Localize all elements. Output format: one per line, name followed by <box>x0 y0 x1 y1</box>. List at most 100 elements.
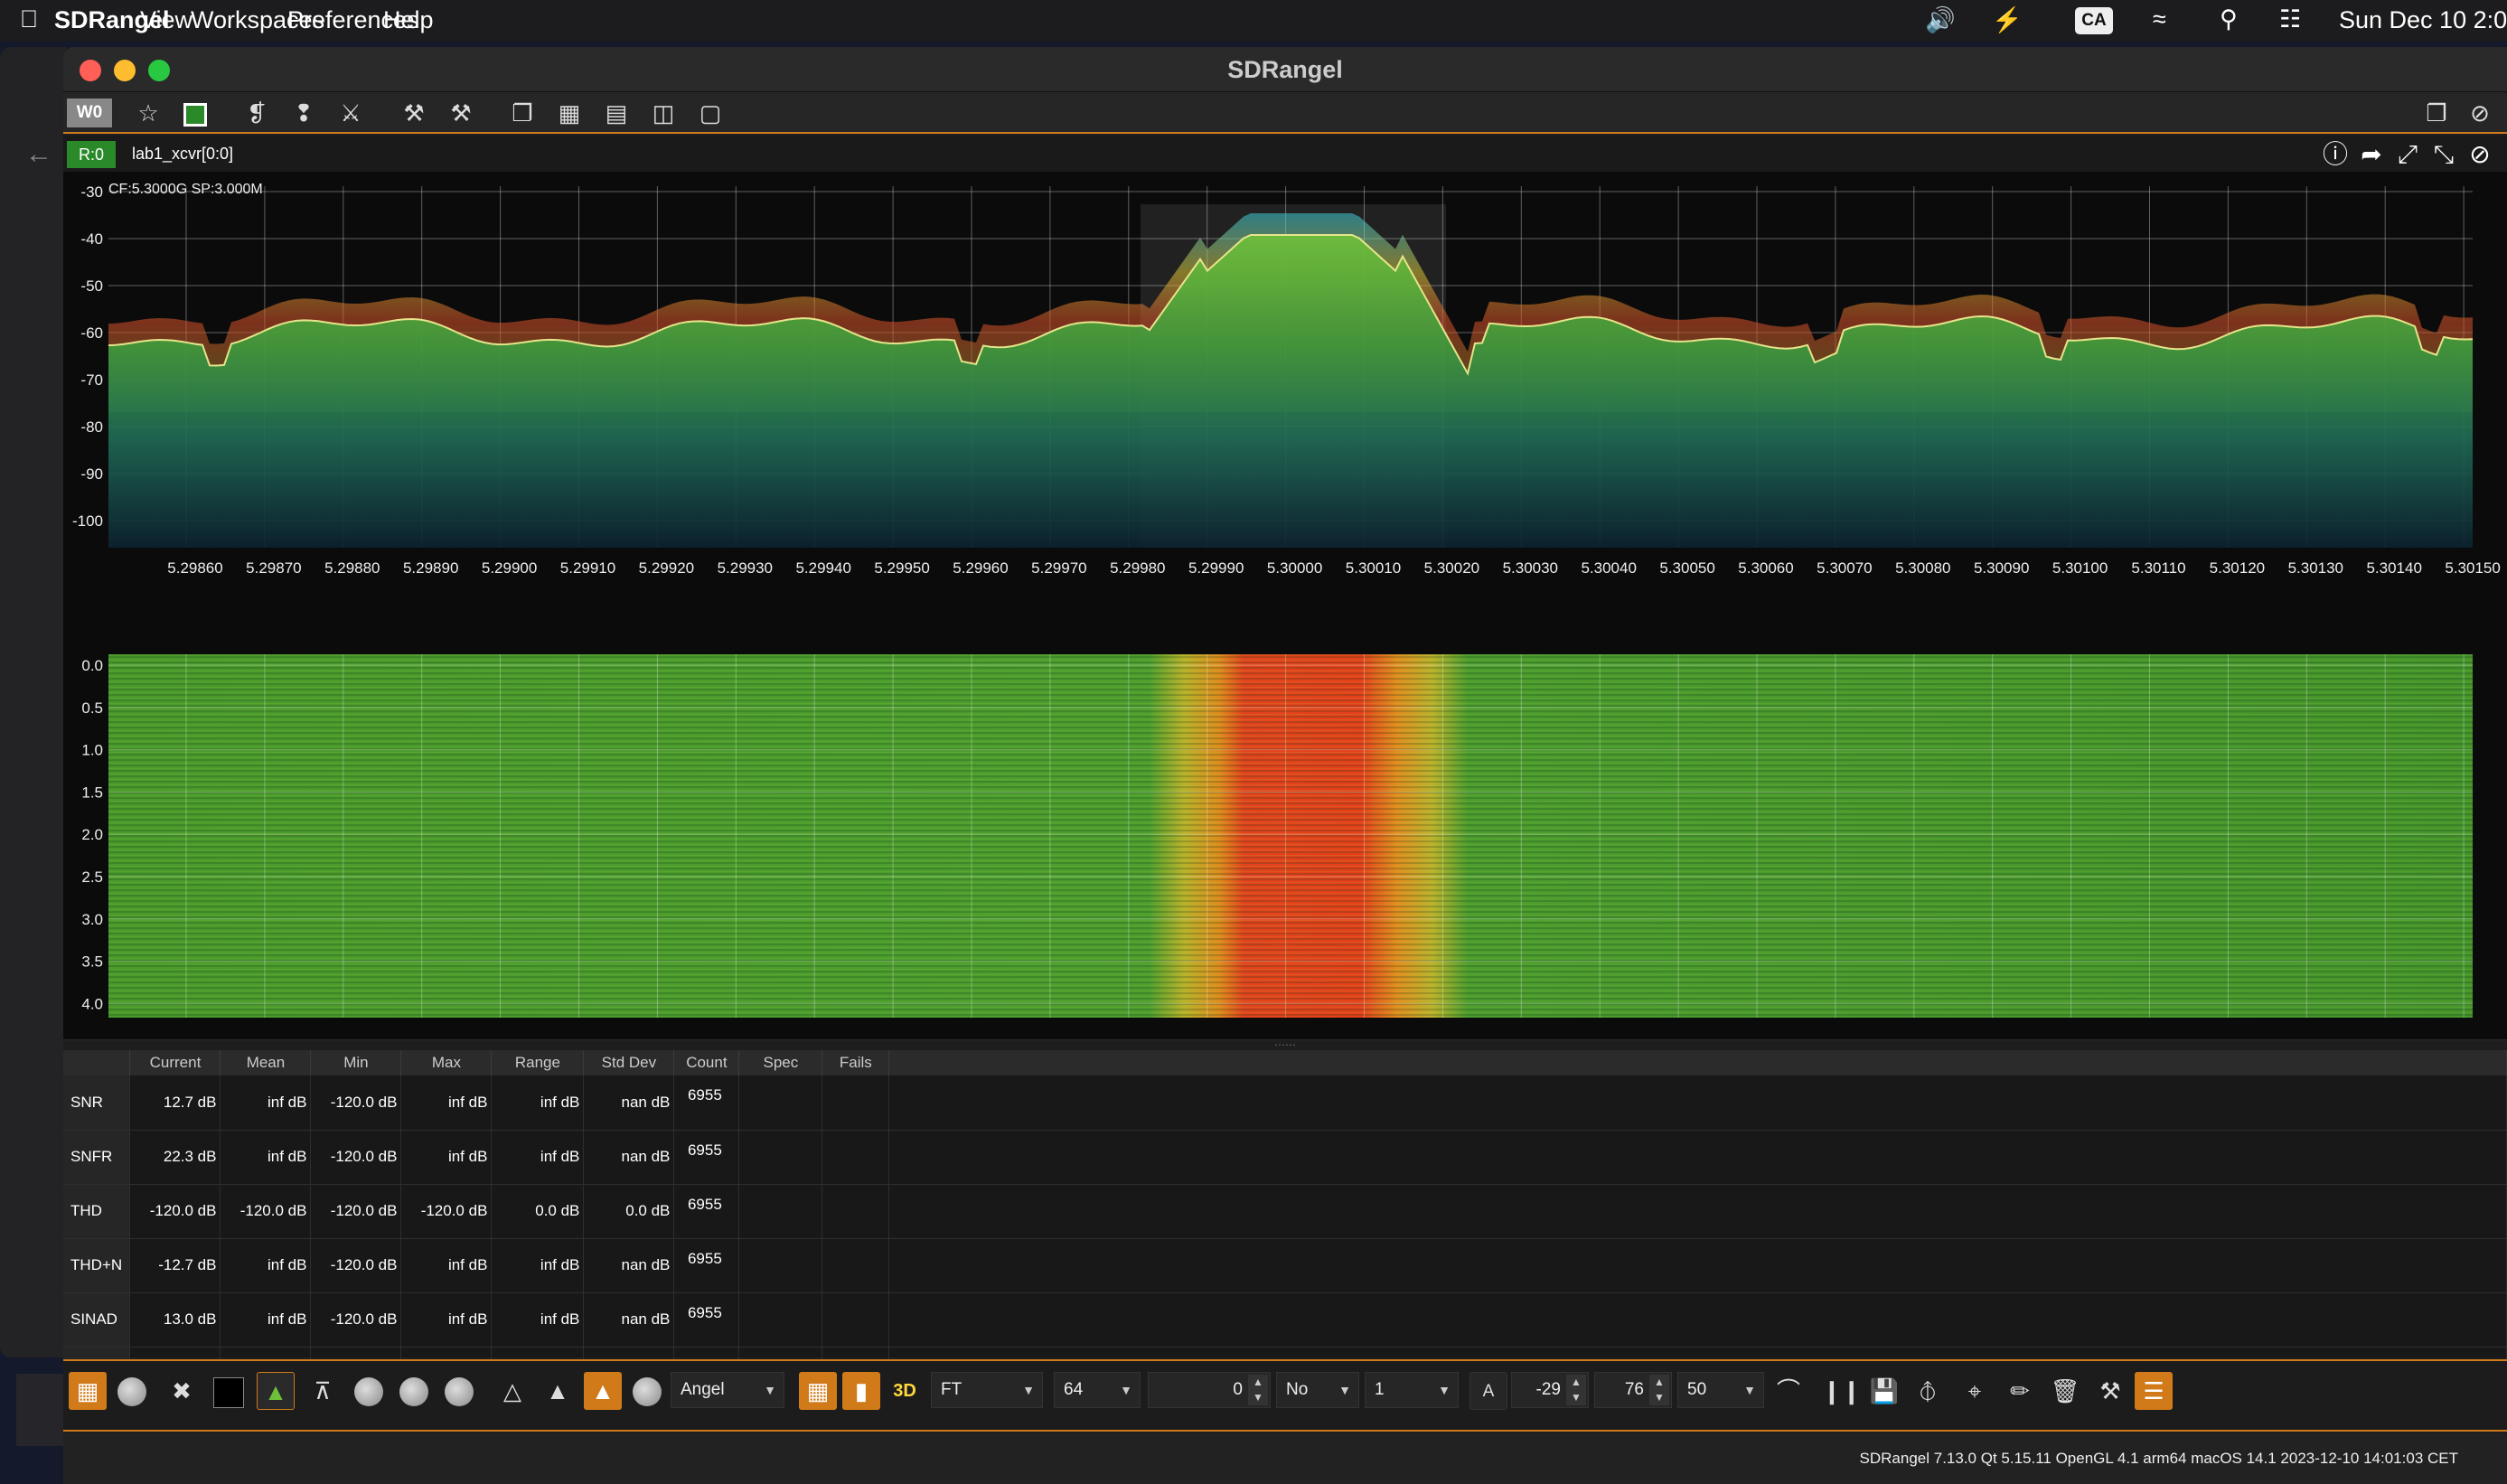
stack-windows-icon[interactable]: ▤ <box>600 98 633 128</box>
max-hold-decay-dial[interactable] <box>399 1377 428 1406</box>
measurements-splitter[interactable]: ⋯⋯ <box>63 1038 2507 1051</box>
markers-settings-icon[interactable]: ⚒ <box>2091 1372 2129 1410</box>
spectrum-y-tick-label: -100 <box>72 512 103 530</box>
splitter-grip[interactable]: ⋯⋯ <box>1274 1038 1296 1051</box>
trace-intensity-dial[interactable] <box>354 1377 383 1406</box>
color-palette-select[interactable]: Angel ▼ <box>671 1372 784 1408</box>
add-mimo-device-icon[interactable]: ⚔ <box>334 98 367 128</box>
cell-range: inf dB <box>491 1292 585 1348</box>
column-header-std-dev[interactable]: Std Dev <box>583 1050 675 1075</box>
fft-size-select[interactable]: 64 ▼ <box>1054 1372 1141 1408</box>
workspace-index-button[interactable]: W0 <box>67 99 112 127</box>
measurement-row[interactable]: THD+N -12.7 dB inf dB -120.0 dB inf dB inf dB… <box>63 1238 2507 1293</box>
histogram-intensity-dial[interactable] <box>633 1377 662 1406</box>
show-current-trace-icon[interactable]: △ <box>493 1372 531 1410</box>
measurement-row[interactable]: SINAD 13.0 dB inf dB -120.0 dB inf dB inf dB n… <box>63 1292 2507 1348</box>
row-header[interactable]: SNFR <box>63 1130 131 1185</box>
measurement-row[interactable]: SNFR 22.3 dB inf dB -120.0 dB inf dB inf dB na… <box>63 1130 2507 1185</box>
wifi-icon[interactable]: ≈ <box>2153 5 2166 33</box>
undock-workspace-icon[interactable]: ❐ <box>2420 98 2453 128</box>
column-header-fails[interactable]: Fails <box>822 1050 890 1075</box>
waterfall-gradient-icon[interactable]: ▮ <box>842 1372 880 1410</box>
more-settings-icon[interactable]: ☰ <box>2135 1372 2173 1410</box>
fft-window-select[interactable]: FT ▼ <box>931 1372 1043 1408</box>
3d-spectrogram-icon[interactable]: 3D <box>886 1372 924 1410</box>
freeze-icon[interactable]: ❙❙ <box>1822 1372 1862 1410</box>
clear-spectrum-icon[interactable]: ✖ <box>163 1372 201 1410</box>
volume-icon[interactable]: 🔊 <box>1925 5 1956 34</box>
spectrum-color-button[interactable] <box>210 1372 248 1410</box>
spectrum-x-tick-label: 5.29960 <box>953 559 1008 577</box>
spotlight-search-icon[interactable]: ⚲ <box>2220 5 2238 33</box>
grid-toggle-icon[interactable]: ▦ <box>69 1372 107 1410</box>
range-spinner[interactable]: 76 ▲ ▼ <box>1594 1372 1672 1408</box>
help-icon[interactable]: ⓘ <box>2319 139 2352 170</box>
maximize-window-icon[interactable]: ⤡ <box>2427 139 2460 170</box>
grid-intensity-dial[interactable] <box>117 1377 146 1406</box>
hide-workspace-icon[interactable]: ⊘ <box>2464 98 2496 128</box>
column-header-filler <box>888 1050 2507 1075</box>
measurement-row[interactable]: SNR 12.7 dB inf dB -120.0 dB inf dB inf dB nan… <box>63 1075 2507 1131</box>
reference-level-spinner[interactable]: -29 ▲ ▼ <box>1511 1372 1589 1408</box>
column-header-min[interactable]: Min <box>310 1050 402 1075</box>
fill-spectrum-icon[interactable]: ▲ <box>257 1372 295 1410</box>
auto-scale-button[interactable]: A <box>1469 1372 1507 1410</box>
auto-stack-icon[interactable]: ◫ <box>647 98 680 128</box>
calibration-icon[interactable]: ⌖ <box>1956 1372 1994 1410</box>
menu-view[interactable]: View <box>140 6 192 34</box>
favorites-star-icon[interactable]: ☆ <box>132 98 164 128</box>
row-header[interactable]: THD+N <box>63 1238 131 1293</box>
input-source-badge[interactable]: CA <box>2075 7 2113 34</box>
column-header-current[interactable]: Current <box>129 1050 221 1075</box>
battery-icon[interactable]: ⚡ <box>1992 5 2023 34</box>
averaging-count-select[interactable]: 1 ▼ <box>1365 1372 1459 1408</box>
device-index-badge[interactable]: R:0 <box>67 141 116 168</box>
fft-overlap-spinner[interactable]: 0 ▲ ▼ <box>1148 1372 1271 1408</box>
measurements-header-row: Current Mean Min Max Range Std Dev Count… <box>63 1050 2507 1075</box>
row-header[interactable]: SINAD <box>63 1292 131 1348</box>
spectrum-y-tick-label: -30 <box>80 183 103 201</box>
cascade-windows-icon[interactable]: ❐ <box>506 98 539 128</box>
menubar-clock[interactable]: Sun Dec 10 2:0 <box>2339 6 2507 34</box>
waterfall-display[interactable]: 0.0 0.5 1.0 1.5 2.0 2.5 3.0 3.5 4.0 <box>63 651 2507 1039</box>
tab-windows-icon[interactable]: ▢ <box>694 98 727 128</box>
column-header-name[interactable] <box>63 1050 131 1075</box>
column-header-mean[interactable]: Mean <box>220 1050 312 1075</box>
spectrum-x-tick-label: 5.30010 <box>1346 559 1401 577</box>
shrink-window-icon[interactable]: ⤢ <box>2391 139 2424 170</box>
spectrum-display[interactable]: CF:5.3000G SP:3.000M -30 -40 -50 -60 -70 -80 -… <box>63 172 2507 651</box>
row-header[interactable]: THD <box>63 1184 131 1239</box>
add-tx-device-icon[interactable]: ❢ <box>287 98 320 128</box>
tile-windows-icon[interactable]: ▦ <box>553 98 586 128</box>
column-header-count[interactable]: Count <box>673 1050 740 1075</box>
status-bar: SDRangel 7.13.0 Qt 5.15.11 OpenGL 4.1 ar… <box>63 1433 2507 1484</box>
measure-ruler-icon[interactable]: ✏ <box>2001 1372 2039 1410</box>
apple-icon[interactable]:  <box>20 5 38 33</box>
spectrum-gradient-icon[interactable]: ⊼ <box>304 1372 342 1410</box>
control-center-icon[interactable]: ☷ <box>2279 5 2301 33</box>
move-to-workspace-icon[interactable]: ➦ <box>2355 139 2388 170</box>
column-header-spec[interactable]: Spec <box>738 1050 823 1075</box>
measurement-row[interactable]: THD -120.0 dB -120.0 dB -120.0 dB -120.0 dB 0… <box>63 1184 2507 1239</box>
hide-window-icon[interactable]: ⊘ <box>2464 139 2496 170</box>
show-histogram-icon[interactable]: ▲ <box>584 1372 622 1410</box>
clear-markers-icon[interactable]: 🗑 <box>2046 1372 2084 1410</box>
show-max-hold-icon[interactable]: ▲ <box>539 1372 577 1410</box>
row-header[interactable]: SNR <box>63 1075 131 1131</box>
column-header-max[interactable]: Max <box>400 1050 493 1075</box>
load-feature-icon[interactable]: ⚒ <box>445 98 477 128</box>
add-feature-icon[interactable]: ⚒ <box>398 98 430 128</box>
wsspectrum-server-icon[interactable]: ⦽ <box>1909 1372 1947 1410</box>
menu-help[interactable]: Help <box>383 6 434 34</box>
add-rx-device-icon[interactable]: ❡ <box>240 98 273 128</box>
decay-stroke-dial[interactable] <box>445 1377 474 1406</box>
add-device-icon[interactable] <box>179 98 211 128</box>
linear-scale-icon[interactable]: ⌒ <box>1770 1372 1807 1410</box>
show-waterfall-icon[interactable]: ▦ <box>799 1372 837 1410</box>
cell-fails <box>822 1238 890 1293</box>
save-icon[interactable]: 💾 <box>1865 1372 1903 1410</box>
column-header-range[interactable]: Range <box>491 1050 585 1075</box>
cell-fails <box>822 1292 890 1348</box>
fps-select[interactable]: 50 ▼ <box>1677 1372 1764 1408</box>
averaging-mode-select[interactable]: No ▼ <box>1276 1372 1359 1408</box>
